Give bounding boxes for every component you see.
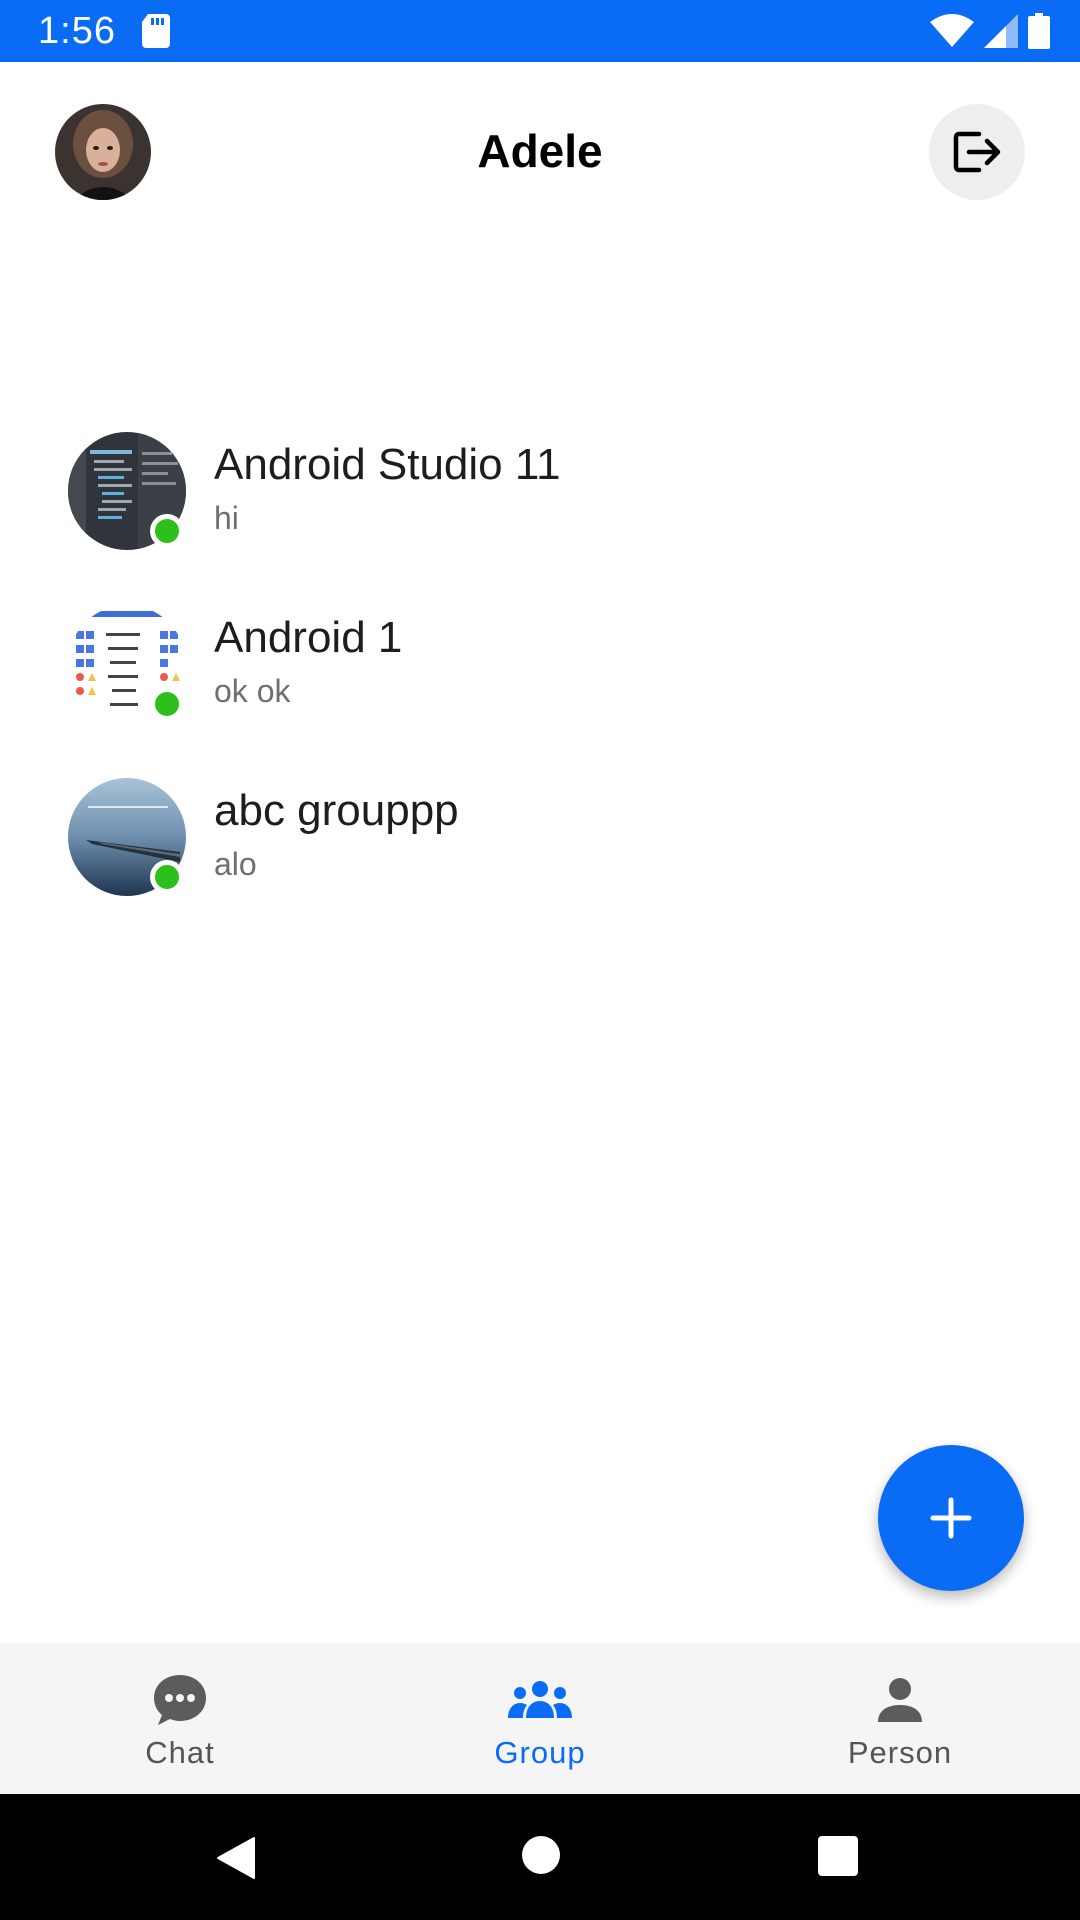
bottom-navigation: Chat Group Person — [0, 1643, 1080, 1794]
group-list-item[interactable]: Android 1 ok ok — [0, 603, 1080, 776]
online-status-dot — [150, 860, 184, 894]
chat-bubble-icon — [152, 1673, 208, 1727]
group-name: Android 1 — [214, 613, 403, 662]
wifi-icon — [930, 14, 974, 47]
back-icon[interactable] — [216, 1836, 256, 1880]
group-icon — [507, 1673, 573, 1727]
nav-group[interactable]: Group — [360, 1643, 720, 1794]
status-bar: 1:56 — [0, 0, 1080, 62]
group-last-message: ok ok — [214, 673, 291, 709]
signal-icon — [984, 14, 1018, 48]
logout-icon — [953, 131, 1001, 173]
group-list-item[interactable]: Android Studio 11 hi — [0, 430, 1080, 603]
group-list-item[interactable]: abc grouppp alo — [0, 776, 1080, 949]
nav-group-label: Group — [494, 1735, 586, 1770]
status-time: 1:56 — [38, 10, 116, 52]
nav-chat[interactable]: Chat — [0, 1643, 360, 1794]
sd-card-icon — [142, 14, 170, 48]
group-name: Android Studio 11 — [214, 440, 561, 489]
nav-chat-label: Chat — [145, 1735, 215, 1770]
page-title: Adele — [477, 125, 603, 177]
create-group-button[interactable] — [878, 1445, 1024, 1591]
group-last-message: alo — [214, 846, 257, 882]
group-name: abc grouppp — [214, 786, 459, 835]
plus-icon — [930, 1497, 972, 1539]
battery-icon — [1028, 13, 1050, 49]
online-status-dot — [150, 514, 184, 548]
person-icon — [877, 1673, 923, 1727]
home-icon[interactable] — [522, 1836, 560, 1874]
status-icons — [930, 12, 1050, 50]
nav-person-label: Person — [847, 1735, 953, 1770]
online-status-dot — [150, 687, 184, 721]
system-navigation-bar — [0, 1794, 1080, 1920]
recent-apps-icon[interactable] — [818, 1836, 858, 1876]
group-list: Android Studio 11 hi Android 1 ok ok abc… — [0, 430, 1080, 949]
app-header: Adele — [0, 62, 1080, 242]
group-last-message: hi — [214, 500, 239, 536]
logout-button[interactable] — [929, 104, 1025, 200]
nav-person[interactable]: Person — [720, 1643, 1080, 1794]
